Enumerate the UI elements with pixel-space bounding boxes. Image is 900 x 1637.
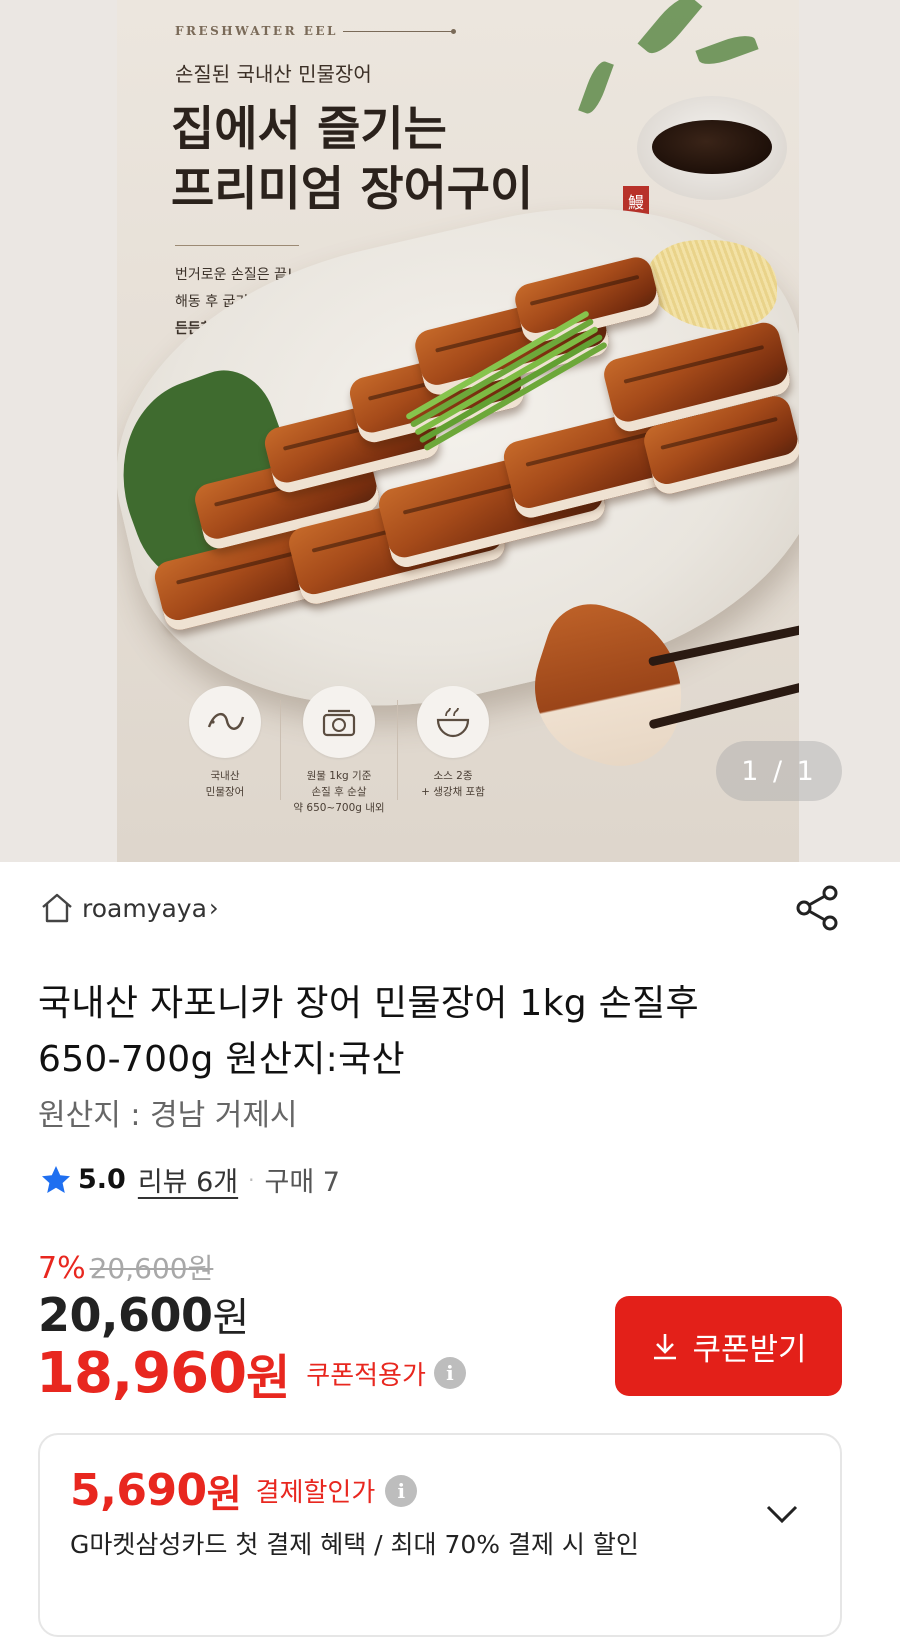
feature-text: 원물 1kg 기준 손질 후 순살 약 650~700g 내외 xyxy=(293,770,385,814)
sale-price-value: 20,600 xyxy=(38,1288,213,1342)
poster-title-line1: 집에서 즐기는 xyxy=(171,102,447,157)
feature-domestic-eel: 국내산 민물장어 xyxy=(175,686,275,800)
payment-discount-unit: 원 xyxy=(206,1472,242,1516)
image-counter: 1 / 1 xyxy=(716,741,842,801)
payment-discount-label: 결제할인가 xyxy=(255,1478,376,1508)
poster-title: 집에서 즐기는 프리미엄 장어구이 xyxy=(171,100,533,220)
scale-icon xyxy=(303,686,375,758)
leaf-decoration xyxy=(637,0,703,61)
bowl-icon xyxy=(417,686,489,758)
coupon-price-value: 18,960 xyxy=(36,1340,247,1406)
feature-weight: 원물 1kg 기준 손질 후 순살 약 650~700g 내외 xyxy=(289,686,389,816)
download-icon xyxy=(654,1334,677,1360)
poster-divider xyxy=(175,245,299,246)
leaf-decoration xyxy=(695,30,759,70)
store-link[interactable]: roamyaya › xyxy=(40,888,219,928)
info-icon[interactable]: i xyxy=(433,1357,466,1389)
poster-subtitle: 손질된 국내산 민물장어 xyxy=(175,62,372,86)
poster-tag: FRESHWATER EEL xyxy=(175,24,338,38)
store-name: roamyaya xyxy=(82,893,207,923)
payment-discount-amount: 5,690 xyxy=(70,1465,207,1516)
chevron-down-icon[interactable] xyxy=(762,1499,802,1529)
feature-sauce: 소스 2종 + 생강채 포함 xyxy=(403,686,503,800)
sale-price-unit: 원 xyxy=(212,1295,250,1341)
payment-discount-card[interactable]: 5,690 원 결제할인가 i G마켓삼성카드 첫 결제 혜택 / 최대 70%… xyxy=(38,1433,842,1637)
home-icon xyxy=(42,893,72,923)
poster-tag-line xyxy=(343,29,456,34)
review-count-link[interactable]: 리뷰 6개 xyxy=(138,1160,238,1199)
product-poster-image: FRESHWATER EEL 손질된 국내산 민물장어 집에서 즐기는 프리미엄… xyxy=(117,0,799,862)
discount-row: 7% 20,600원 xyxy=(38,1247,213,1287)
feature-divider xyxy=(280,700,281,800)
feature-text: 소스 2종 + 생강채 포함 xyxy=(421,770,485,798)
coupon-price-unit: 원 xyxy=(246,1350,291,1406)
chevron-right-icon: › xyxy=(208,894,219,922)
eel-icon xyxy=(189,686,261,758)
info-icon[interactable]: i xyxy=(385,1474,418,1507)
purchase-count: 구매 7 xyxy=(264,1167,340,1198)
product-origin: 원산지 : 경남 거제시 xyxy=(38,1098,298,1133)
share-icon[interactable] xyxy=(792,882,844,934)
discount-percent: 7% xyxy=(38,1251,86,1286)
rating-row: 5.0 리뷰 6개 · 구매 7 xyxy=(40,1160,340,1199)
get-coupon-label: 쿠폰받기 xyxy=(692,1331,807,1367)
coupon-price-row: 18,960 원 쿠폰적용가 i xyxy=(36,1338,466,1408)
product-title: 국내산 자포니카 장어 민물장어 1kg 손질후 650-700g 원산지:국산 xyxy=(38,983,699,1081)
feature-text: 국내산 민물장어 xyxy=(205,770,245,798)
payment-discount-description: G마켓삼성카드 첫 결제 혜택 / 최대 70% 결제 시 할인 xyxy=(70,1530,639,1559)
star-icon xyxy=(42,1165,70,1193)
leaf-decoration xyxy=(578,58,614,117)
get-coupon-button[interactable]: 쿠폰받기 xyxy=(615,1296,842,1396)
original-price: 20,600원 xyxy=(90,1247,214,1287)
payment-discount-row: 5,690 원 결제할인가 i xyxy=(70,1463,418,1518)
separator-dot: · xyxy=(248,1167,255,1192)
product-image-carousel[interactable]: FRESHWATER EEL 손질된 국내산 민물장어 집에서 즐기는 프리미엄… xyxy=(0,0,900,862)
rating-score: 5.0 xyxy=(78,1164,126,1195)
original-price-unit: 원 xyxy=(187,1252,214,1285)
poster-title-line2: 프리미엄 장어구이 xyxy=(171,162,534,217)
coupon-price-label: 쿠폰적용가 xyxy=(306,1360,426,1391)
original-price-value: 20,600 xyxy=(89,1252,188,1285)
soy-sauce xyxy=(652,120,772,174)
sale-price: 20,600원 xyxy=(38,1285,249,1343)
feature-divider xyxy=(397,700,398,800)
